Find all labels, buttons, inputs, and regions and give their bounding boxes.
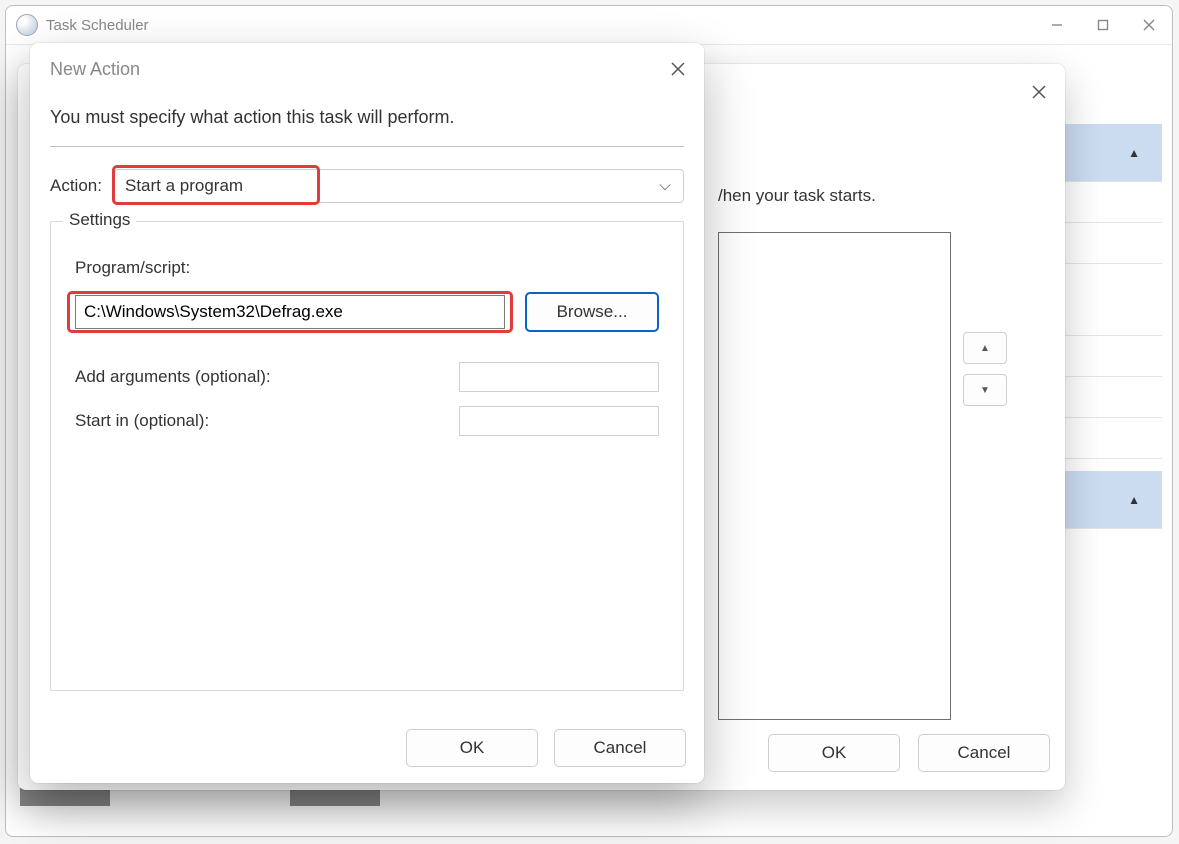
chevron-down-icon: ▼ bbox=[980, 385, 990, 396]
titlebar: Task Scheduler bbox=[6, 6, 1172, 45]
move-down-button[interactable]: ▼ bbox=[963, 374, 1007, 406]
ok-button[interactable]: OK bbox=[406, 729, 538, 767]
cancel-button[interactable]: Cancel bbox=[554, 729, 686, 767]
chevron-up-icon: ▲ bbox=[980, 343, 990, 354]
arguments-label: Add arguments (optional): bbox=[75, 367, 449, 387]
tabstrip-fragment bbox=[290, 788, 380, 806]
arguments-input[interactable] bbox=[459, 362, 659, 392]
minimize-button[interactable] bbox=[1034, 6, 1080, 44]
tabstrip-fragment bbox=[20, 788, 110, 806]
move-up-button[interactable]: ▲ bbox=[963, 332, 1007, 364]
program-script-input[interactable] bbox=[75, 295, 505, 329]
parent-ok-button[interactable]: OK bbox=[768, 734, 900, 772]
browse-button[interactable]: Browse... bbox=[525, 292, 659, 332]
app-icon bbox=[16, 14, 38, 36]
maximize-button[interactable] bbox=[1080, 6, 1126, 44]
settings-fieldset: Settings Program/script: Browse... Add a… bbox=[50, 221, 684, 691]
bottom-tabstrip bbox=[20, 788, 820, 808]
new-action-dialog: New Action You must specify what action … bbox=[30, 43, 704, 783]
start-in-label: Start in (optional): bbox=[75, 411, 449, 431]
dialog-title: New Action bbox=[50, 59, 140, 80]
app-title: Task Scheduler bbox=[46, 17, 149, 34]
dialog-instruction: You must specify what action this task w… bbox=[50, 101, 684, 147]
actions-listbox[interactable] bbox=[718, 232, 951, 720]
dialog-close-button[interactable] bbox=[660, 51, 696, 87]
action-type-value: Start a program bbox=[125, 176, 243, 196]
parent-dialog-hint: /hen your task starts. bbox=[718, 186, 876, 206]
start-in-input[interactable] bbox=[459, 406, 659, 436]
close-button[interactable] bbox=[1126, 6, 1172, 44]
parent-dialog-close-button[interactable] bbox=[1025, 78, 1053, 106]
program-script-label: Program/script: bbox=[75, 258, 659, 278]
settings-legend: Settings bbox=[63, 210, 136, 230]
parent-cancel-button[interactable]: Cancel bbox=[918, 734, 1050, 772]
action-label: Action: bbox=[50, 176, 102, 196]
collapse-arrow-icon: ▲ bbox=[1128, 146, 1140, 160]
action-type-select[interactable]: Start a program bbox=[114, 169, 684, 203]
collapse-arrow-icon: ▲ bbox=[1128, 493, 1140, 507]
task-scheduler-window: Task Scheduler ▲ ts ▶ ▲ /hen your task s… bbox=[5, 5, 1173, 837]
